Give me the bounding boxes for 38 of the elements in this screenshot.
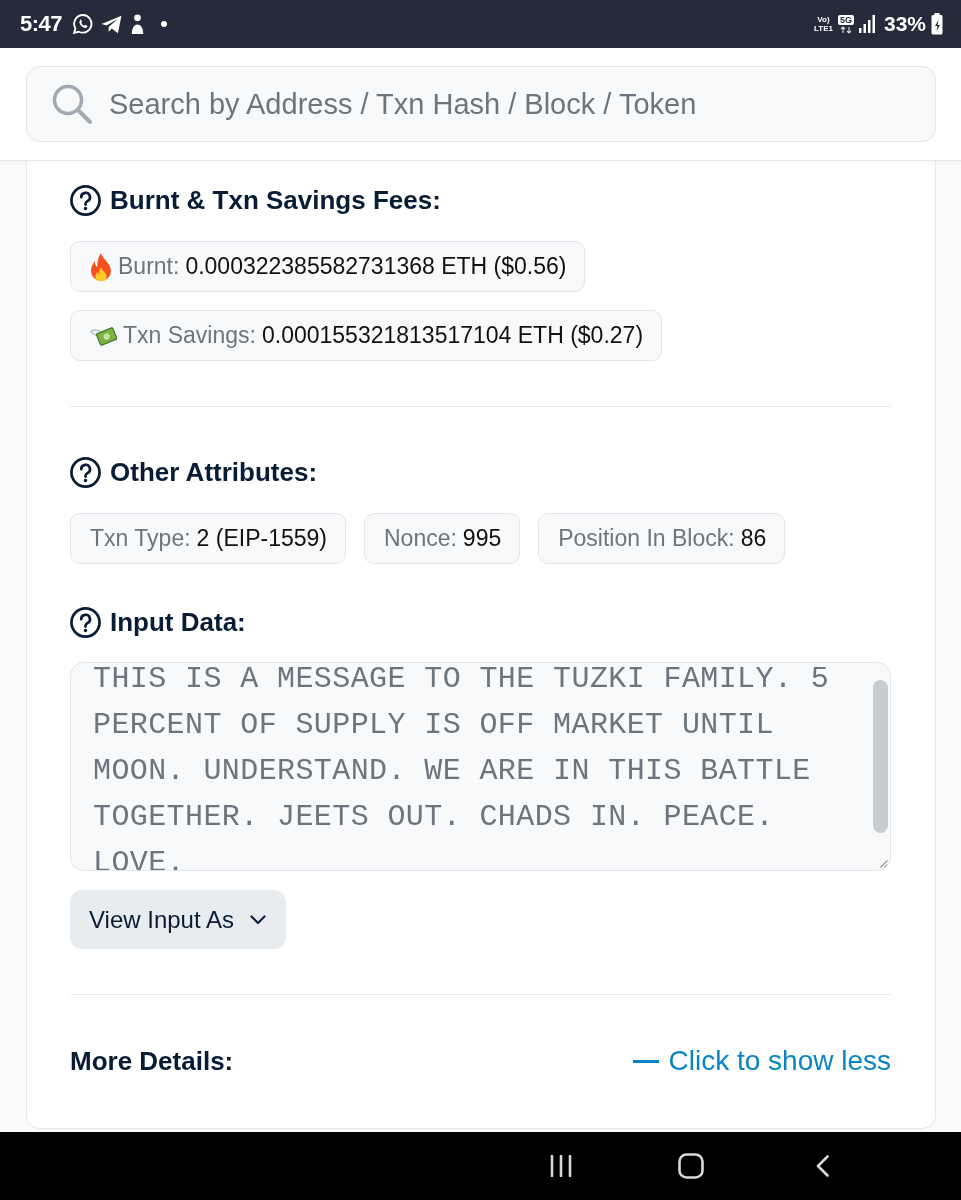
home-icon[interactable]	[678, 1153, 704, 1179]
paper-plane-icon	[101, 14, 123, 34]
volte-label: Vo)	[817, 15, 830, 24]
section-heading: Input Data:	[110, 606, 246, 638]
dot-icon	[161, 21, 168, 27]
signal-icon	[858, 15, 875, 33]
badge-value: 0.000155321813517104 ETH ($0.27)	[261, 322, 644, 349]
lte-label: LTE1	[814, 24, 833, 33]
badge-label: Nonce:	[384, 525, 457, 552]
resize-handle-icon[interactable]	[879, 859, 888, 868]
chat-bubble-icon	[72, 13, 95, 35]
badge-label: Position In Block:	[558, 525, 735, 552]
badge-label: Txn Type:	[90, 525, 191, 552]
badge-value: 0.000322385582731368 ETH ($0.56)	[185, 253, 567, 280]
chevron-down-icon	[250, 914, 266, 925]
section-heading: Burnt & Txn Savings Fees:	[110, 184, 441, 216]
scrollbar-thumb[interactable]	[873, 680, 888, 833]
battery-percent: 33%	[883, 12, 926, 36]
badge-label: Txn Savings:	[123, 322, 256, 349]
show-less-link[interactable]: Click to show less	[633, 1045, 891, 1077]
badge-value: 86	[740, 525, 767, 552]
more-details-label: More Details:	[70, 1045, 234, 1077]
help-icon[interactable]	[70, 184, 101, 216]
help-icon[interactable]	[70, 456, 101, 488]
search-field[interactable]: Search by Address / Txn Hash / Block / Token	[26, 66, 936, 142]
back-icon[interactable]	[816, 1155, 829, 1177]
network-label: 5G	[837, 14, 854, 25]
badge-label: Burnt:	[118, 253, 180, 280]
help-icon[interactable]	[70, 606, 101, 638]
clock-time: 5:47	[20, 11, 63, 37]
badge-value: 2 (EIP-1559)	[196, 525, 327, 552]
data-arrows-icon	[839, 25, 852, 34]
recent-apps-icon[interactable]	[550, 1155, 572, 1177]
fire-icon	[90, 252, 112, 281]
badge-value: 995	[462, 525, 502, 552]
section-heading: Other Attributes:	[110, 456, 318, 488]
search-icon	[52, 84, 92, 124]
view-input-as-button[interactable]: View Input As	[70, 890, 286, 949]
